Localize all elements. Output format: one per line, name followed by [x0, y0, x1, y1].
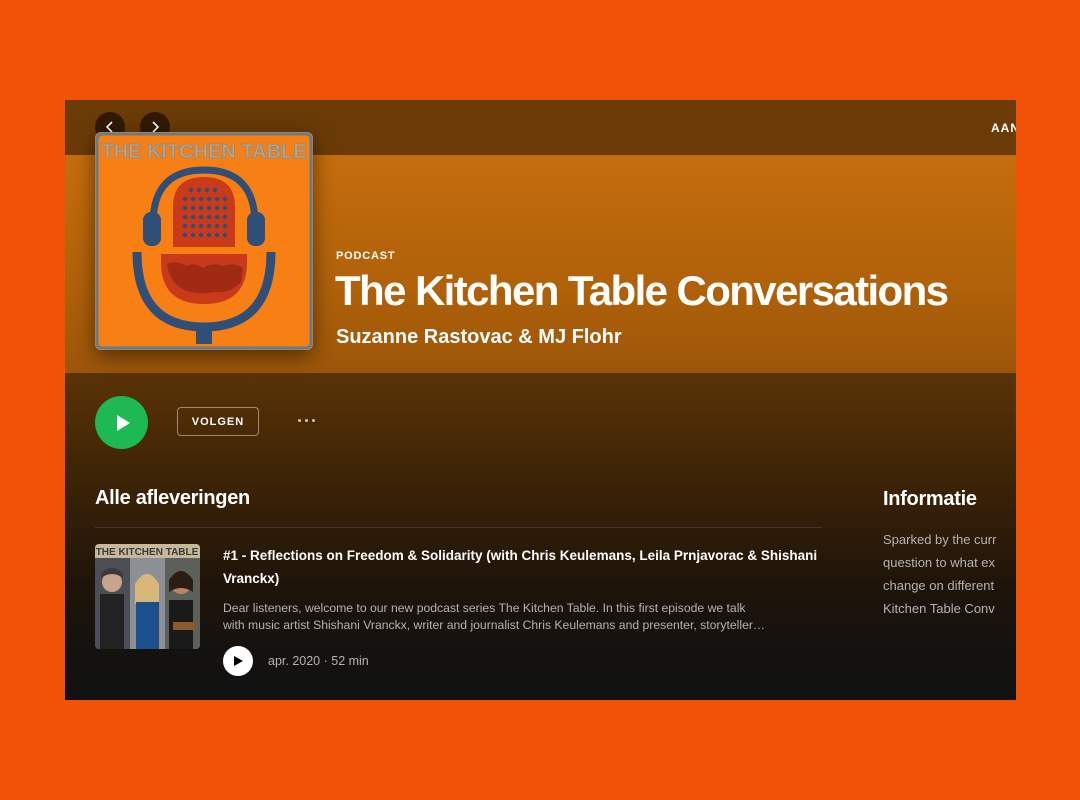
- ellipsis-dot: [304, 418, 308, 422]
- page-title: The Kitchen Table Conversations: [335, 267, 949, 314]
- info-heading: Informatie: [883, 488, 977, 510]
- episodes-heading: Alle afleveringen: [95, 487, 250, 509]
- cover-title-text: THE KITCHEN TABLE: [101, 141, 306, 163]
- more-options-button[interactable]: [291, 410, 321, 430]
- info-line: change on different: [883, 578, 995, 593]
- follow-button[interactable]: VOLGEN: [177, 407, 259, 436]
- section-divider: [95, 527, 822, 528]
- microphone-cover-illustration: THE KITCHEN TABLE: [95, 132, 313, 350]
- episode-meta: apr. 2020 · 52 min: [268, 654, 369, 668]
- episode-description-line: Dear listeners, welcome to our new podca…: [223, 601, 746, 615]
- episode-description-line: with music artist Shishani Vranckx, writ…: [223, 618, 766, 632]
- main-content: VOLGEN Alle afleveringen THE KITCHEN TAB…: [65, 373, 1016, 700]
- top-right-button-label[interactable]: AAN: [991, 121, 1016, 135]
- info-line: question to what ex: [883, 555, 996, 570]
- info-line: Sparked by the curr: [883, 532, 997, 547]
- episode-thumbnail[interactable]: THE KITCHEN TABLE: [95, 544, 200, 649]
- episode-play-button[interactable]: [223, 646, 253, 676]
- play-icon: [234, 656, 243, 666]
- play-icon: [116, 414, 130, 431]
- info-line: Kitchen Table Conv: [883, 601, 995, 616]
- play-button[interactable]: [95, 396, 148, 449]
- episode-description: Dear listeners, welcome to our new podca…: [223, 600, 823, 634]
- episode-thumb-title: THE KITCHEN TABLE: [96, 547, 199, 558]
- info-description: Sparked by the curr question to what ex …: [883, 528, 1016, 620]
- podcast-cover-art: THE KITCHEN TABLE: [95, 132, 313, 350]
- episode-artwork: THE KITCHEN TABLE: [95, 544, 200, 649]
- episode-title-link[interactable]: #1 - Reflections on Freedom & Solidarity…: [223, 544, 823, 590]
- app-window: AAN THE KITCHEN TABLE PODCAST The Kitche…: [65, 100, 1016, 700]
- ellipsis-dot: [311, 418, 315, 422]
- podcast-type-label: PODCAST: [336, 250, 396, 262]
- ellipsis-dot: [297, 418, 301, 422]
- podcast-author-link[interactable]: Suzanne Rastovac & MJ Flohr: [336, 326, 622, 349]
